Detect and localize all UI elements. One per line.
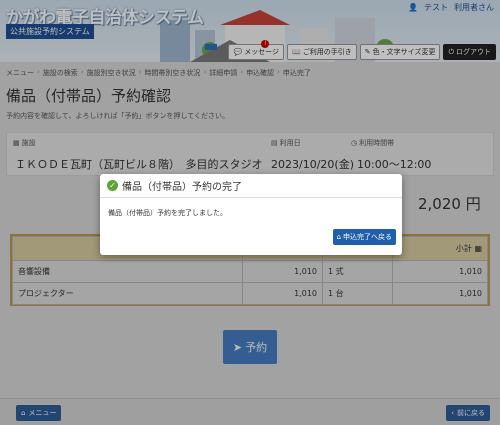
- completion-dialog: ✓ 備品（付帯品）予約の完了 備品（付帯品）予約を完了しました。 ⌂ 申込完了へ…: [100, 174, 402, 255]
- dialog-message: 備品（付帯品）予約を完了しました。: [108, 209, 227, 217]
- check-circle-icon: ✓: [107, 180, 118, 191]
- return-button-label: 申込完了へ戻る: [343, 233, 392, 241]
- return-to-completion-button[interactable]: ⌂ 申込完了へ戻る: [332, 229, 396, 245]
- dialog-header: ✓ 備品（付帯品）予約の完了: [100, 174, 402, 198]
- home-icon: ⌂: [336, 233, 341, 241]
- dialog-title: 備品（付帯品）予約の完了: [122, 182, 242, 193]
